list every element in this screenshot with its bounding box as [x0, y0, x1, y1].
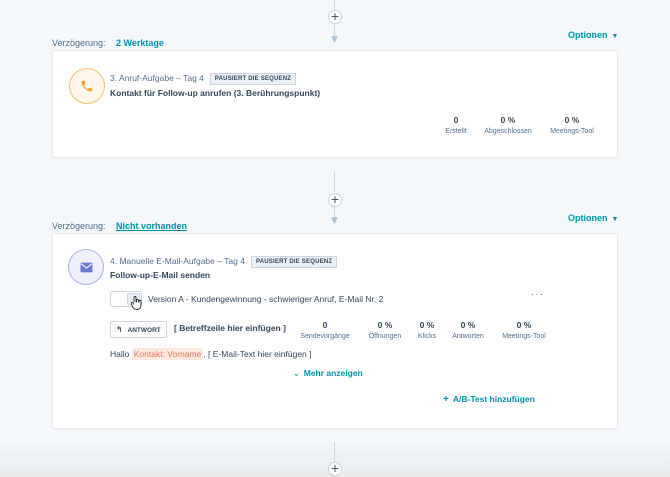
stat-value: 0 %: [500, 115, 516, 125]
show-more-button[interactable]: ⌄ Mehr anzeigen: [293, 368, 363, 378]
delay-row: Verzögerung: 2 Werktage: [52, 33, 164, 51]
delay-label: Verzögerung:: [52, 221, 106, 231]
stat-completed: 0 % Abgeschlossen: [477, 115, 539, 135]
stat-value: 0 %: [377, 320, 393, 330]
stat-label: Öffnungen: [368, 333, 402, 340]
ellipsis-icon[interactable]: ···: [531, 289, 544, 300]
stat-label: Meetings-Tool: [550, 128, 594, 135]
stat-value: 0: [322, 320, 328, 330]
personalization-token: Kontakt: Vorname: [131, 348, 204, 360]
stat-label: Sendevorgänge: [300, 333, 350, 340]
arrow-down-icon: ▼: [331, 35, 338, 45]
body-greeting: Hallo: [110, 349, 130, 359]
email-task-card[interactable]: 4. Manuelle E-Mail-Aufgabe – Tag 4 PAUSIE…: [52, 233, 618, 429]
caret-down-icon: ▼: [611, 216, 619, 223]
email-body-preview: Hallo Kontakt: Vorname, [ E-Mail-Text hi…: [110, 348, 312, 360]
ab-test-label: A/B-Test hinzufügen: [452, 394, 535, 404]
add-step-button[interactable]: +: [328, 193, 342, 207]
add-step-button[interactable]: +: [328, 10, 342, 24]
plus-icon: +: [443, 394, 449, 405]
show-more-label: Mehr anzeigen: [303, 368, 363, 378]
connector-line: [334, 172, 335, 192]
reply-tag: ↰ ANTWORT: [110, 321, 167, 338]
stat-label: Erstellt: [445, 128, 467, 135]
connector-line: [334, 0, 335, 10]
email-subject: [ Betreffzeile hier einfügen ]: [174, 323, 286, 333]
reply-tag-label: ANTWORT: [127, 327, 161, 334]
delay-row: Verzögerung: Nicht vorhanden: [52, 216, 187, 234]
stat-value: 0 %: [516, 320, 532, 330]
envelope-icon: [68, 249, 104, 285]
stat-replies: 0 % Antworten: [447, 320, 489, 340]
stat-sends: 0 Sendevorgänge: [293, 320, 357, 340]
task-title: Follow-up-E-Mail senden: [110, 270, 211, 280]
pause-badge: PAUSIERT DIE SEQUENZ: [209, 73, 297, 85]
body-text: , [ E-Mail-Text hier einfügen ]: [203, 349, 312, 359]
task-step-label: 3. Anruf-Aufgabe – Tag 4: [110, 73, 204, 83]
phone-icon: [69, 68, 105, 104]
stat-label: Abgeschlossen: [484, 128, 532, 135]
stat-value: 0 %: [419, 320, 435, 330]
connector-line: [334, 442, 335, 462]
add-ab-test-button[interactable]: + A/B-Test hinzufügen: [443, 394, 535, 405]
options-dropdown[interactable]: Optionen ▼: [568, 30, 618, 40]
hand-cursor-icon: [130, 296, 143, 315]
arrow-down-icon: ▼: [331, 216, 338, 226]
caret-down-icon: ▼: [611, 33, 619, 40]
task-step-label: 4. Manuelle E-Mail-Aufgabe – Tag 4: [110, 256, 245, 266]
stat-value: 0 %: [460, 320, 476, 330]
delay-value[interactable]: Nicht vorhanden: [116, 221, 187, 231]
pause-badge: PAUSIERT DIE SEQUENZ: [250, 256, 338, 268]
reply-arrow-icon: ↰: [116, 325, 123, 334]
stat-value: 0 %: [564, 115, 580, 125]
stat-clicks: 0 % Klicks: [411, 320, 443, 340]
call-task-card[interactable]: 3. Anruf-Aufgabe – Tag 4 PAUSIERT DIE SEQ…: [52, 50, 618, 158]
version-label: Version A - Kundengewinnung - schwierige…: [148, 294, 384, 304]
stat-label: Antworten: [452, 333, 484, 340]
stat-created: 0 Erstellt: [439, 115, 473, 135]
stat-meetings: 0 % Meetings-Tool: [543, 115, 601, 135]
stat-opens: 0 % Öffnungen: [363, 320, 407, 340]
delay-value[interactable]: 2 Werktage: [116, 38, 164, 48]
stat-label: Meetings-Tool: [502, 333, 546, 340]
add-step-button[interactable]: +: [328, 462, 342, 476]
delay-label: Verzögerung:: [52, 38, 106, 48]
task-title: Kontakt für Follow-up anrufen (3. Berühr…: [110, 88, 321, 98]
task-header: 3. Anruf-Aufgabe – Tag 4 PAUSIERT DIE SEQ…: [110, 68, 297, 86]
stat-meetings: 0 % Meetings-Tool: [493, 320, 555, 340]
options-dropdown[interactable]: Optionen ▼: [568, 213, 618, 223]
stat-label: Klicks: [417, 333, 437, 340]
chevron-down-icon: ⌄: [293, 369, 300, 378]
options-label: Optionen: [568, 213, 608, 223]
options-label: Optionen: [568, 30, 608, 40]
stat-value: 0: [453, 115, 459, 125]
task-header: 4. Manuelle E-Mail-Aufgabe – Tag 4 PAUSIE…: [110, 251, 338, 269]
